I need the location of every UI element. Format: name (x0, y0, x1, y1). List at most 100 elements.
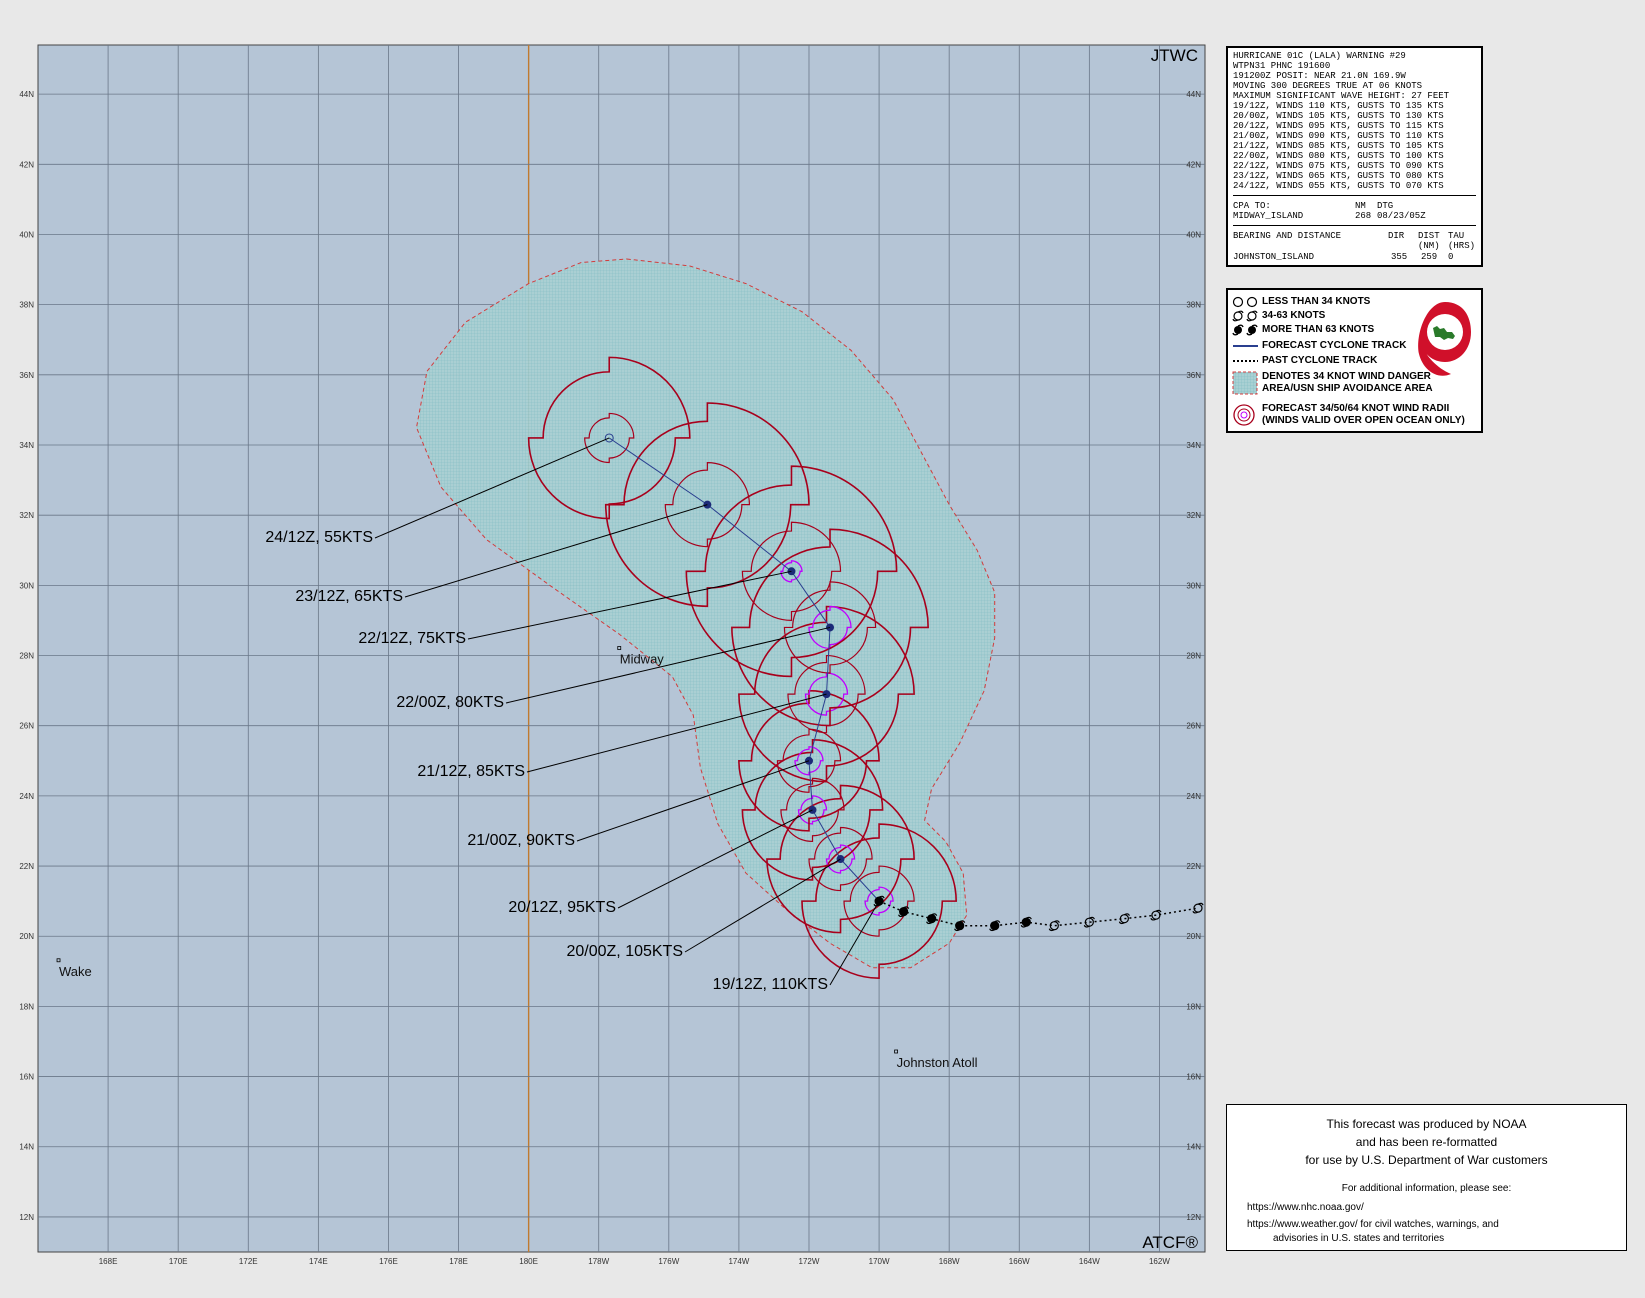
past-line-icon (1233, 360, 1258, 362)
legend-item-danger: DENOTES 34 KNOT WIND DANGER AREA/USN SHIP… (1232, 370, 1433, 396)
lat-tick-right: 34N (1186, 441, 1201, 450)
lat-tick-left: 38N (19, 301, 34, 310)
lat-tick-left: 36N (19, 371, 34, 380)
lat-tick-left: 44N (19, 90, 34, 99)
warning-line: 21/00Z, WINDS 090 KTS, GUSTS TO 110 KTS (1233, 131, 1444, 141)
lat-tick-left: 18N (19, 1002, 34, 1011)
noaa-additional-info: For additional information, please see: (1341, 1183, 1512, 1194)
bearing-subheader: (NM) (HRS) (1233, 241, 1476, 251)
legend-box: LESS THAN 34 KNOTS 34-63 KNOTS MORE THAN… (1226, 288, 1483, 433)
divider (1233, 195, 1476, 196)
lon-tick: 176W (658, 1257, 679, 1266)
cyclone-symbol-body (899, 907, 909, 917)
cyclone-symbol-body (990, 921, 1000, 931)
warning-lines: HURRICANE 01C (LALA) WARNING #29 WTPN31 P… (1233, 51, 1476, 191)
warning-line: 24/12Z, WINDS 055 KTS, GUSTS TO 070 KTS (1233, 181, 1444, 191)
legend-item-past-track: PAST CYCLONE TRACK (1232, 354, 1377, 368)
warning-line: MAXIMUM SIGNIFICANT WAVE HEIGHT: 27 FEET (1233, 91, 1450, 101)
lon-tick: 172W (799, 1257, 820, 1266)
lat-tick-left: 28N (19, 652, 34, 661)
forecast-label: 22/00Z, 80KTS (396, 694, 504, 711)
legend-item-under34: LESS THAN 34 KNOTS (1232, 295, 1370, 309)
lat-tick-left: 22N (19, 862, 34, 871)
lon-tick: 170W (869, 1257, 890, 1266)
cpa-dtg-header: DTG (1377, 201, 1394, 211)
bd-tau-unit: (HRS) (1448, 241, 1476, 251)
warning-line: 22/00Z, WINDS 080 KTS, GUSTS TO 100 KTS (1233, 151, 1444, 161)
warning-line: HURRICANE 01C (LALA) WARNING #29 (1233, 51, 1406, 61)
lat-tick-right: 16N (1186, 1073, 1201, 1082)
storm-symbol-icon (1232, 310, 1258, 322)
noaa-statement: This forecast was produced by NOAA and h… (1227, 1115, 1626, 1169)
lat-tick-right: 36N (1186, 371, 1201, 380)
lat-tick-left: 30N (19, 581, 34, 590)
lon-tick: 174W (728, 1257, 749, 1266)
hurricane-symbol-icon (1232, 324, 1258, 336)
forecast-label: 19/12Z, 110KTS (713, 976, 828, 993)
bd-tau: 0 (1448, 252, 1454, 262)
lat-tick-left: 16N (19, 1073, 34, 1082)
bd-sub-blank (1233, 241, 1418, 251)
lat-tick-right: 22N (1186, 862, 1201, 871)
noaa-line-3: for use by U.S. Department of War custom… (1305, 1153, 1548, 1167)
bearing-row: JOHNSTON_ISLAND 355 259 0 (1233, 252, 1476, 262)
warning-line: 20/00Z, WINDS 105 KTS, GUSTS TO 130 KTS (1233, 111, 1444, 121)
noaa-notice-box: This forecast was produced by NOAA and h… (1226, 1104, 1627, 1251)
nws-seal-logo (1418, 302, 1471, 376)
bd-dir-header: DIR (1388, 231, 1405, 241)
lat-tick-right: 32N (1186, 511, 1201, 520)
lat-tick-left: 14N (19, 1143, 34, 1152)
legend-item-radii: FORECAST 34/50/64 KNOT WIND RADII (WINDS … (1232, 402, 1465, 428)
lat-tick-right: 30N (1186, 581, 1201, 590)
lat-tick-right: 42N (1186, 160, 1201, 169)
lon-tick: 168W (939, 1257, 960, 1266)
warning-line: MOVING 300 DEGREES TRUE AT 06 KNOTS (1233, 81, 1423, 91)
bd-dist-unit: (NM) (1418, 241, 1440, 251)
warning-line: 19/12Z, WINDS 110 KTS, GUSTS TO 135 KTS (1233, 101, 1444, 111)
bd-dir: 355 (1391, 252, 1408, 262)
lat-tick-left: 42N (19, 160, 34, 169)
forecast-label: 21/12Z, 85KTS (417, 763, 525, 780)
place-label: Johnston Atoll (897, 1055, 978, 1070)
cpa-nm: 268 (1355, 211, 1372, 221)
cyclone-symbol-body (955, 921, 965, 931)
lon-tick: 174E (309, 1257, 328, 1266)
danger-swatch-icon (1232, 371, 1258, 395)
lon-tick: 178W (588, 1257, 609, 1266)
warning-line: 191200Z POSIT: NEAR 21.0N 169.9W (1233, 71, 1406, 81)
lon-tick: 178E (449, 1257, 468, 1266)
lon-tick: 172E (239, 1257, 258, 1266)
warning-info-box: HURRICANE 01C (LALA) WARNING #29 WTPN31 P… (1226, 46, 1483, 267)
legend-item-34-63: 34-63 KNOTS (1232, 309, 1325, 323)
open-circle-icon (1232, 296, 1258, 308)
forecast-label: 23/12Z, 65KTS (295, 588, 403, 605)
lat-tick-right: 12N (1186, 1213, 1201, 1222)
warning-line: 20/12Z, WINDS 095 KTS, GUSTS TO 115 KTS (1233, 121, 1444, 131)
lat-tick-left: 12N (19, 1213, 34, 1222)
lat-tick-left: 26N (19, 722, 34, 731)
lat-tick-right: 44N (1186, 90, 1201, 99)
lat-tick-right: 26N (1186, 722, 1201, 731)
lon-tick: 176E (379, 1257, 398, 1266)
legend-item-over63: MORE THAN 63 KNOTS (1232, 323, 1374, 337)
nws-link[interactable]: https://www.weather.gov/ for civil watch… (1247, 1219, 1499, 1230)
cpa-title: CPA TO: (1233, 201, 1271, 211)
bearing-header: BEARING AND DISTANCE DIR DIST TAU (1233, 231, 1476, 241)
wind-radii-icon (1233, 404, 1255, 426)
place-label: Midway (620, 652, 665, 667)
lon-tick: 162W (1149, 1257, 1170, 1266)
place-label: Wake (59, 964, 92, 979)
warning-line: WTPN31 PHNC 191600 (1233, 61, 1331, 71)
ocean-area (37, 44, 1206, 1253)
bd-place: JOHNSTON_ISLAND (1233, 252, 1315, 262)
cpa-row: MIDWAY_ISLAND 268 08/23/05Z (1233, 211, 1476, 221)
divider (1233, 225, 1476, 226)
cyclone-symbol-body (1021, 917, 1031, 927)
jtwc-label: JTWC (1151, 46, 1198, 65)
nws-link-continued: advisories in U.S. states and territorie… (1273, 1233, 1445, 1244)
lon-tick: 180E (519, 1257, 538, 1266)
lon-tick: 164W (1079, 1257, 1100, 1266)
forecast-line-icon (1233, 345, 1258, 347)
nhc-link[interactable]: https://www.nhc.noaa.gov/ (1247, 1202, 1364, 1213)
forecast-label: 20/12Z, 95KTS (508, 899, 616, 916)
